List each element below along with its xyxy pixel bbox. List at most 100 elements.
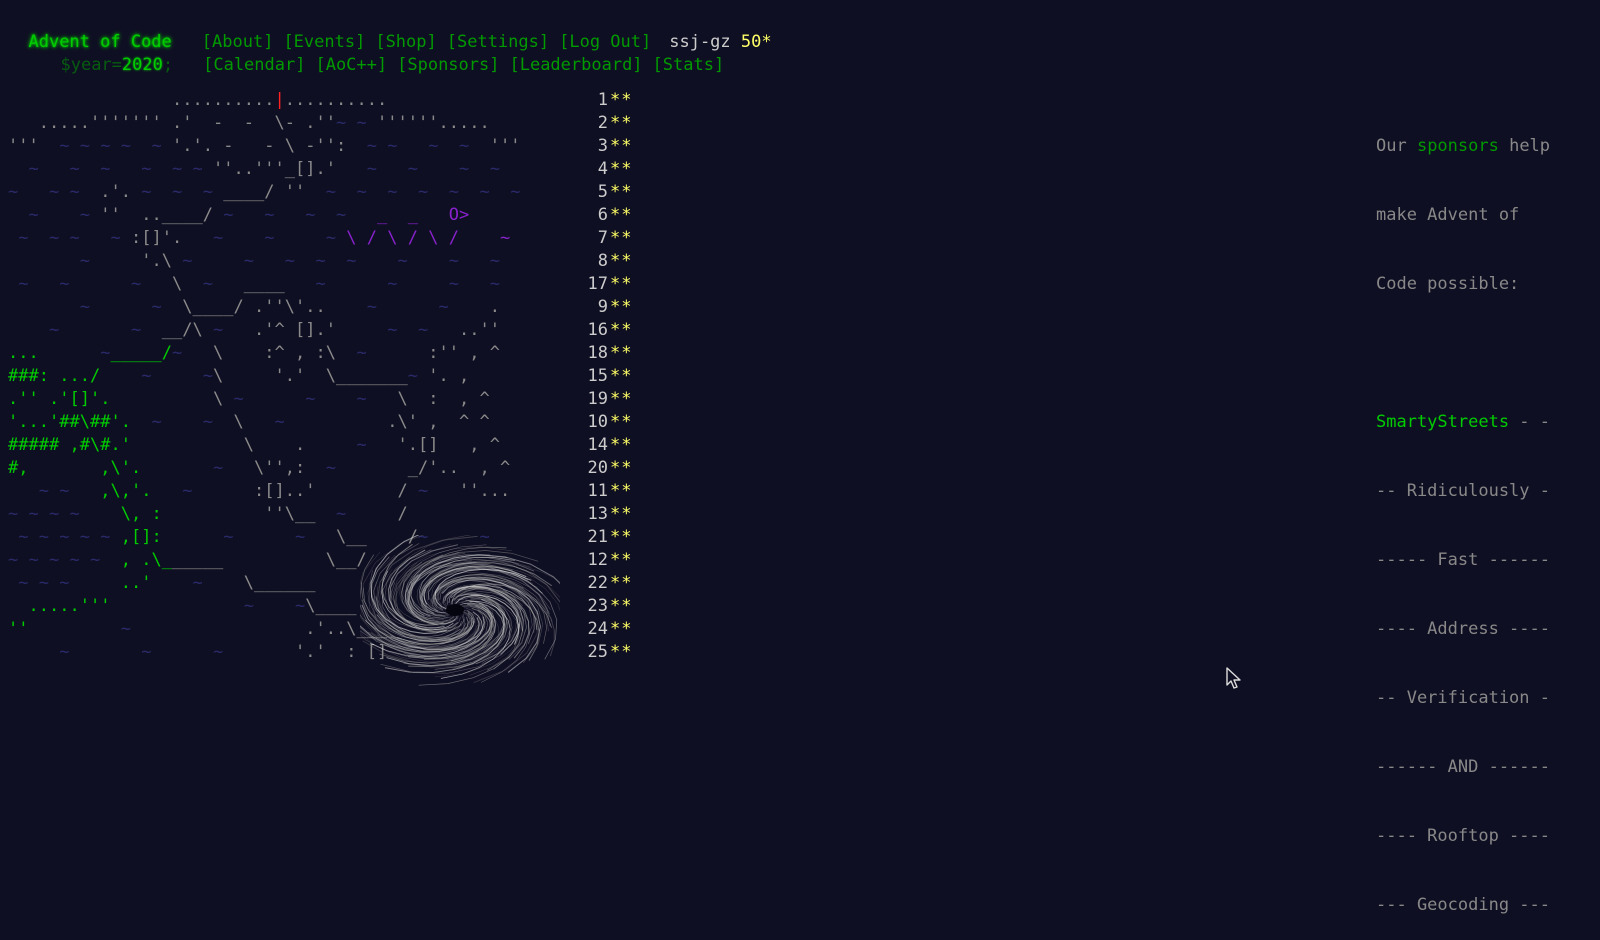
calendar-day-number[interactable]: 21 bbox=[558, 526, 608, 549]
calendar-art-line: ~ ~ ~ \ ~ ____ ~ ~ ~ ~ bbox=[18, 274, 500, 294]
calendar-day-stars: ** bbox=[610, 320, 633, 340]
calendar-day-stars: ** bbox=[610, 435, 633, 455]
sponsor-intro-line-2: make Advent of bbox=[1376, 205, 1520, 225]
calendar-day-stars: ** bbox=[610, 596, 633, 616]
calendar-art-line: ~ ~ ~ ~ \, : ''\__ ~ / bbox=[8, 504, 408, 524]
nav-aocpp[interactable]: [AoC++] bbox=[315, 55, 387, 75]
calendar-art-line: ~ ~ __/\ ~ .'^ [].' ~ ~ ..'' bbox=[49, 320, 500, 340]
year-prefix: $year= bbox=[60, 55, 122, 75]
calendar-day-number[interactable]: 7 bbox=[558, 227, 608, 250]
calendar-day-stars: ** bbox=[610, 573, 633, 593]
calendar-day-number[interactable]: 20 bbox=[558, 457, 608, 480]
nav-bottom: [Calendar] [AoC++] [Sponsors] [Leaderboard]… bbox=[203, 55, 724, 75]
nav-calendar[interactable]: [Calendar] bbox=[203, 55, 305, 75]
sponsor-name-line: SmartyStreets - - bbox=[1376, 411, 1566, 434]
calendar-art-line: #, ,\'. ~ \'',: ~ _/'.. , ^ bbox=[8, 458, 511, 478]
sponsor-spacer bbox=[1376, 342, 1566, 365]
calendar-art-line: ~ ~ ~ ~ ~ ~ ''..'''_[].' ~ ~ ~ ~ bbox=[28, 159, 501, 179]
calendar-day-number[interactable]: 6 bbox=[558, 204, 608, 227]
calendar-day-stars: ** bbox=[610, 343, 633, 363]
calendar-day-stars: ** bbox=[610, 228, 633, 248]
sponsor-tagline-5[interactable]: ------ AND ------ bbox=[1376, 756, 1566, 779]
calendar-day-number[interactable]: 15 bbox=[558, 365, 608, 388]
calendar-art-line: ~ ~ '' ..____/ ~ ~ ~ ~ _ _ O> bbox=[28, 205, 470, 225]
calendar-day-stars: ** bbox=[610, 274, 633, 294]
calendar-day-number[interactable]: 13 bbox=[558, 503, 608, 526]
calendar-day-number[interactable]: 1 bbox=[558, 89, 608, 112]
sponsor-intro-line-3: Code possible: bbox=[1376, 274, 1520, 294]
calendar-art-line: ~ ~ ~ .'. ~ ~ ~ ____/ '' ~ ~ ~ ~ ~ ~ ~ bbox=[8, 182, 521, 202]
calendar-art-line: ~ ~ \____/ .''\'.. ~ ~ . bbox=[79, 297, 500, 317]
calendar-art-line: ~ ~ ,\,'. ~ :[]..' / ~ ''... bbox=[38, 481, 511, 501]
calendar-day-stars: ** bbox=[610, 504, 633, 524]
calendar-art-line: ~ ~ ~ ~ ~ , .\______ \__/ bbox=[8, 550, 367, 570]
nav-leaderboard[interactable]: [Leaderboard] bbox=[509, 55, 642, 75]
calendar-art-line: ''' ~ ~ ~ ~ ~ '.'. - - \ -'': ~ ~ ~ ~ ''… bbox=[8, 136, 521, 156]
sponsor-name-link[interactable]: SmartyStreets bbox=[1376, 412, 1509, 432]
calendar-art-line: ##### ,#\#.' \ . ~ '.[] , ^ bbox=[8, 435, 500, 455]
sponsor-tagline-2[interactable]: ----- Fast ------ bbox=[1376, 549, 1566, 572]
calendar-day-number[interactable]: 18 bbox=[558, 342, 608, 365]
sponsor-tagline-1[interactable]: -- Ridiculously - bbox=[1376, 480, 1566, 503]
calendar-day-number[interactable]: 25 bbox=[558, 641, 608, 664]
calendar-art-line: ~ ~ ~ ~ ~ ,[]: ~ ~ \__ /~ ~ bbox=[18, 527, 490, 547]
mouse-pointer-icon bbox=[1226, 667, 1241, 689]
calendar-day-number[interactable]: 19 bbox=[558, 388, 608, 411]
calendar-day-stars: ** bbox=[610, 458, 633, 478]
calendar-day-stars: ** bbox=[610, 481, 633, 501]
star-count: 50* bbox=[740, 32, 772, 52]
calendar-day-number[interactable]: 10 bbox=[558, 411, 608, 434]
calendar-day-number[interactable]: 8 bbox=[558, 250, 608, 273]
calendar-day-number[interactable]: 16 bbox=[558, 319, 608, 342]
sponsor-tagline-4[interactable]: -- Verification - bbox=[1376, 687, 1566, 710]
sponsors-link[interactable]: sponsors bbox=[1417, 136, 1499, 156]
sponsor-panel: Our sponsors help make Advent of Code po… bbox=[1376, 89, 1566, 940]
sponsor-tagline-6[interactable]: ---- Rooftop ---- bbox=[1376, 825, 1566, 848]
calendar-day-stars: ** bbox=[610, 136, 633, 156]
nav-stats[interactable]: [Stats] bbox=[653, 55, 725, 75]
calendar-day-number[interactable]: 12 bbox=[558, 549, 608, 572]
calendar-art-line: ... ~_____/~ \ :^ , :\ ~ :'' , ^ bbox=[8, 343, 500, 363]
calendar-day-number[interactable]: 23 bbox=[558, 595, 608, 618]
calendar-day-number[interactable]: 22 bbox=[558, 572, 608, 595]
calendar-day-stars: ** bbox=[610, 389, 633, 409]
calendar-day-stars: ** bbox=[610, 113, 633, 133]
calendar-day-stars: ** bbox=[610, 527, 633, 547]
year-suffix: ; bbox=[162, 55, 174, 75]
calendar-day-number[interactable]: 14 bbox=[558, 434, 608, 457]
calendar-day-number[interactable]: 3 bbox=[558, 135, 608, 158]
calendar-art-line: .....''' ~ ~\____ bbox=[28, 596, 357, 616]
sponsor-tagline-3[interactable]: ---- Address ---- bbox=[1376, 618, 1566, 641]
header-row-bottom: $year=2020; [Calendar] [AoC++] [Sponsors] [L… bbox=[8, 31, 724, 77]
calendar-day-stars: ** bbox=[610, 90, 633, 110]
calendar-day-stars: ** bbox=[610, 251, 633, 271]
calendar-art-line: '...'##\##'. ~ ~ \ ~ .\' , ^ ^ bbox=[8, 412, 490, 432]
sponsor-intro-line-1: Our sponsors help bbox=[1376, 135, 1566, 158]
year-value[interactable]: 2020 bbox=[122, 55, 163, 75]
calendar-day-stars: ** bbox=[610, 412, 633, 432]
sponsor-intro-pre: Our bbox=[1376, 136, 1417, 156]
calendar-day-stars: ** bbox=[610, 205, 633, 225]
calendar-art-line: ~ '.\ ~ ~ ~ ~ ~ ~ ~ ~ bbox=[79, 251, 500, 271]
calendar-day-number[interactable]: 4 bbox=[558, 158, 608, 181]
calendar-day-number[interactable]: 9 bbox=[558, 296, 608, 319]
calendar-day-stars: ** bbox=[610, 159, 633, 179]
calendar-art-line: .....''''''' .' - - \- .''~ ~ ''''''....… bbox=[38, 113, 490, 133]
sponsor-tagline-7[interactable]: --- Geocoding --- bbox=[1376, 894, 1566, 917]
calendar-day-number[interactable]: 5 bbox=[558, 181, 608, 204]
nav-sponsors[interactable]: [Sponsors] bbox=[397, 55, 499, 75]
calendar-day-number[interactable]: 2 bbox=[558, 112, 608, 135]
calendar-day-stars: ** bbox=[610, 619, 633, 639]
calendar-day-stars: ** bbox=[610, 550, 633, 570]
calendar-art-line: '' ~ .'..\___ bbox=[8, 619, 388, 639]
calendar-day-number[interactable]: 24 bbox=[558, 618, 608, 641]
sponsor-name-suffix: - - bbox=[1509, 412, 1551, 432]
calendar-day-stars: ** bbox=[610, 182, 633, 202]
calendar-art-line: ###: .../ ~ ~\ '.' \_______~ '. , bbox=[8, 366, 470, 386]
calendar-art-line: ~ ~ ~ ..' ~ \______ bbox=[18, 573, 316, 593]
calendar-day-number[interactable]: 17 bbox=[558, 273, 608, 296]
calendar-art-line: .'' .'[]'. \ ~ ~ ~ \ : , ^ bbox=[8, 389, 490, 409]
calendar-day-number[interactable]: 11 bbox=[558, 480, 608, 503]
calendar-day-stars: ** bbox=[610, 366, 633, 386]
calendar-day-stars: ** bbox=[610, 642, 633, 662]
